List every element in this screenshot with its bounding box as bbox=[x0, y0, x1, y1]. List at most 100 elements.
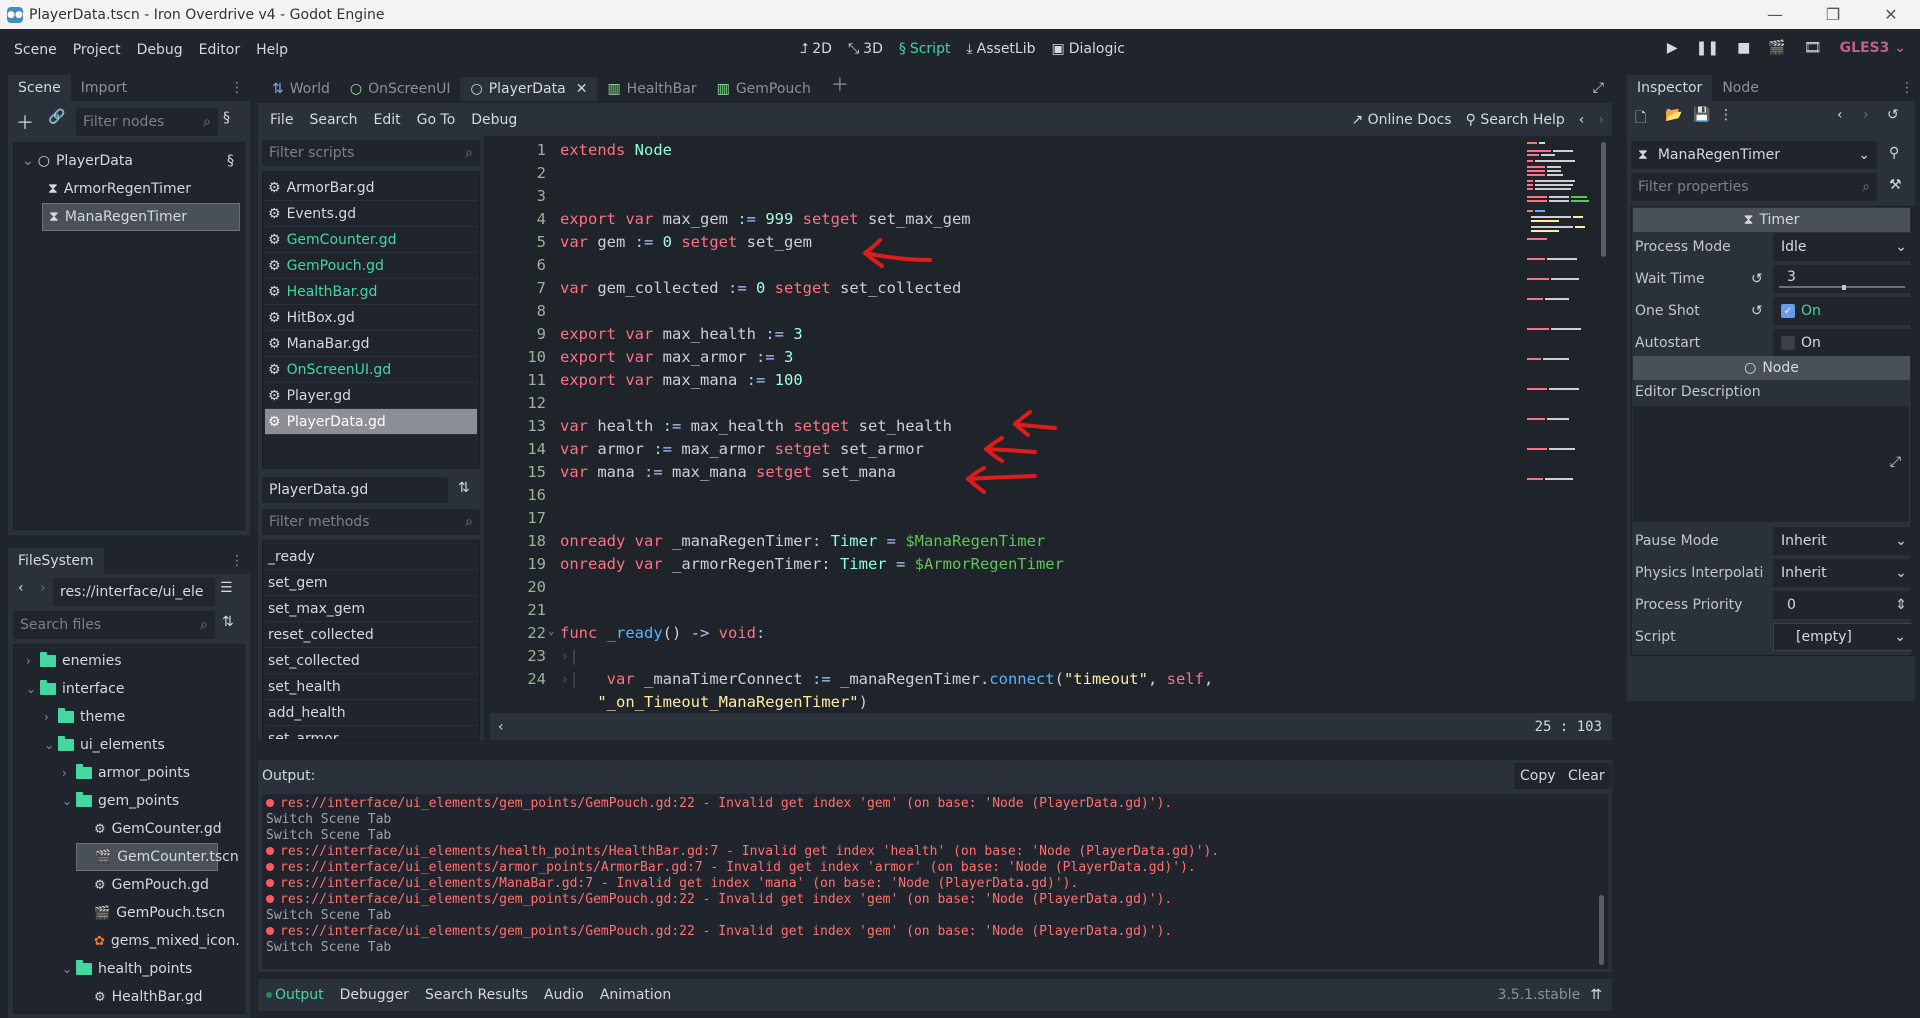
menu-project[interactable]: Project bbox=[65, 39, 129, 61]
forward-icon[interactable]: › bbox=[40, 580, 46, 596]
process-priority-spinbox[interactable]: 0 ⇕ bbox=[1773, 591, 1915, 619]
clear-button[interactable]: Clear bbox=[1562, 763, 1611, 789]
script-menu-debug[interactable]: Debug bbox=[463, 112, 525, 128]
one-shot-checkbox[interactable]: ✓ On bbox=[1773, 297, 1915, 325]
bottom-tab-search-results[interactable]: Search Results bbox=[425, 987, 528, 1003]
code-vertical-scrollbar[interactable] bbox=[1601, 142, 1606, 257]
prev-script-icon[interactable]: ‹ bbox=[1579, 112, 1585, 128]
chevron-down-icon[interactable]: ⌄ bbox=[22, 153, 34, 169]
file-tree-item[interactable]: 🎬 GemPouch.tscn bbox=[14, 899, 244, 927]
method-list-item[interactable]: set_armor bbox=[265, 726, 477, 740]
menu-help[interactable]: Help bbox=[248, 39, 296, 61]
file-tree-item[interactable]: ⌄ gem_points bbox=[14, 787, 244, 815]
tree-node-armorregentimer[interactable]: ⧗ ArmorRegenTimer bbox=[14, 175, 244, 203]
new-resource-icon[interactable]: 🗋 bbox=[1635, 107, 1646, 131]
physics-interpolation-select[interactable]: Inherit ⌄ bbox=[1773, 559, 1915, 587]
play-custom-scene-icon[interactable]: 🎞 bbox=[1804, 40, 1822, 56]
renderer-select[interactable]: GLES3 ⌄ bbox=[1840, 40, 1906, 56]
dock-menu-icon[interactable]: ⋮ bbox=[1894, 75, 1920, 101]
bottom-tab-animation[interactable]: Animation bbox=[600, 987, 671, 1003]
chevron-right-icon[interactable]: › bbox=[44, 710, 58, 724]
workspace-script[interactable]: § Script bbox=[899, 41, 951, 57]
link-icon[interactable]: 🔗 bbox=[48, 109, 65, 125]
scene-tab-onscreenui[interactable]: ○ OnScreenUI bbox=[339, 77, 461, 101]
script-list-item[interactable]: ⚙ HitBox.gd bbox=[265, 305, 477, 331]
script-icon[interactable]: § bbox=[227, 153, 234, 169]
tools-icon[interactable]: ⚒ bbox=[1889, 177, 1902, 193]
file-tree-item[interactable]: ⚙ GemPouch.gd bbox=[14, 871, 244, 899]
pause-mode-select[interactable]: Inherit ⌄ bbox=[1773, 527, 1915, 555]
script-list-item[interactable]: ⚙ ManaBar.gd bbox=[265, 331, 477, 357]
script-list-item[interactable]: ⚙ OnScreenUI.gd bbox=[265, 357, 477, 383]
bottom-tab-output[interactable]: Output bbox=[266, 987, 324, 1003]
output-scrollbar[interactable] bbox=[1599, 895, 1604, 965]
add-tab-icon[interactable]: ＋ bbox=[821, 67, 859, 101]
close-button[interactable]: ✕ bbox=[1862, 0, 1920, 29]
expand-panel-icon[interactable]: ⇈ bbox=[1580, 987, 1612, 1003]
sort-icon[interactable]: ⇅ bbox=[222, 614, 234, 630]
split-view-icon[interactable]: ☰ bbox=[220, 580, 233, 596]
more-options-icon[interactable]: ⋮ bbox=[1719, 107, 1733, 123]
section-timer[interactable]: ⧗ Timer bbox=[1633, 208, 1910, 232]
file-tree-item[interactable]: 🎬 GemCounter.tscn bbox=[76, 843, 239, 871]
history-forward-icon[interactable]: › bbox=[1863, 107, 1869, 123]
scene-tab-playerdata[interactable]: ○ PlayerData ✕ bbox=[460, 77, 598, 101]
script-list-item[interactable]: ⚙ GemPouch.gd bbox=[265, 253, 477, 279]
minimize-button[interactable]: — bbox=[1746, 0, 1804, 29]
pause-icon[interactable]: ❚❚ bbox=[1696, 40, 1719, 56]
filter-properties-input[interactable]: Filter properties ⌕ bbox=[1631, 173, 1877, 201]
scene-tab-world[interactable]: ⇅ World bbox=[262, 77, 340, 101]
node-select[interactable]: ⧗ ManaRegenTimer ⌄ bbox=[1631, 141, 1877, 169]
filter-scripts-input[interactable]: Filter scripts ⌕ bbox=[262, 140, 480, 166]
restore-button[interactable]: ❐ bbox=[1804, 0, 1862, 29]
play-scene-icon[interactable]: 🎬 bbox=[1768, 40, 1785, 56]
method-list-item[interactable]: set_health bbox=[265, 674, 477, 700]
script-list-item[interactable]: ⚙ ArmorBar.gd bbox=[265, 175, 477, 201]
file-tree-item[interactable]: › armor_points bbox=[14, 759, 244, 787]
chevron-down-icon[interactable]: ⌄ bbox=[62, 794, 76, 808]
script-list-item[interactable]: ⚙ GemCounter.gd bbox=[265, 227, 477, 253]
search-files-input[interactable]: Search files ⌕ bbox=[13, 611, 215, 639]
file-tree-item[interactable]: ⚙ GemCounter.gd bbox=[14, 815, 244, 843]
script-list-item[interactable]: ⚙ PlayerData.gd bbox=[265, 409, 477, 435]
minimap[interactable] bbox=[1525, 138, 1597, 518]
copy-button[interactable]: Copy bbox=[1514, 763, 1562, 789]
back-icon[interactable]: ‹ bbox=[18, 580, 24, 596]
bottom-tab-debugger[interactable]: Debugger bbox=[340, 987, 409, 1003]
menu-scene[interactable]: Scene bbox=[6, 39, 65, 61]
revert-icon[interactable]: ↺ bbox=[1751, 303, 1763, 319]
code-editor[interactable]: 1 extends Node 2 3 4 export var max_gem := 99… bbox=[490, 138, 1540, 713]
tab-filesystem[interactable]: FileSystem bbox=[8, 548, 104, 574]
tab-node[interactable]: Node bbox=[1712, 75, 1769, 101]
open-resource-icon[interactable]: 📂 bbox=[1665, 107, 1682, 123]
editor-description-textarea[interactable]: ⤢ bbox=[1633, 406, 1909, 522]
chevron-right-icon[interactable]: › bbox=[26, 654, 40, 668]
path-field[interactable]: res://interface/ui_ele bbox=[53, 578, 215, 606]
spinner-icon[interactable]: ⇕ bbox=[1895, 597, 1907, 613]
method-list-item[interactable]: reset_collected bbox=[265, 622, 477, 648]
script-menu-search[interactable]: Search bbox=[301, 112, 365, 128]
close-tab-icon[interactable]: ✕ bbox=[576, 81, 588, 97]
stop-icon[interactable]: ■ bbox=[1737, 40, 1750, 56]
dock-menu-icon[interactable]: ⋮ bbox=[224, 548, 250, 574]
collapse-icon[interactable]: ‹ bbox=[490, 719, 504, 735]
attach-script-icon[interactable]: § bbox=[223, 110, 230, 126]
script-menu-go-to[interactable]: Go To bbox=[409, 112, 464, 128]
slider-grabber[interactable] bbox=[1842, 285, 1846, 290]
file-tree-item[interactable]: › theme bbox=[14, 703, 244, 731]
script-resource-picker[interactable]: [empty] ⌄ bbox=[1773, 623, 1915, 651]
tab-inspector[interactable]: Inspector bbox=[1627, 75, 1713, 101]
method-list-item[interactable]: set_max_gem bbox=[265, 596, 477, 622]
inspector-scrollbar[interactable] bbox=[1912, 206, 1916, 656]
filter-nodes-input[interactable]: Filter nodes ⌕ bbox=[76, 108, 218, 136]
workspace-assetlib[interactable]: ⤓ AssetLib bbox=[966, 41, 1035, 57]
chevron-right-icon[interactable]: › bbox=[62, 766, 76, 780]
file-tree-item[interactable]: ⌄ ui_elements bbox=[14, 731, 244, 759]
tab-scene[interactable]: Scene bbox=[8, 75, 71, 101]
history-icon[interactable]: ↺ bbox=[1887, 107, 1899, 123]
expand-icon[interactable]: ⤢ bbox=[1890, 454, 1901, 470]
menu-debug[interactable]: Debug bbox=[129, 39, 191, 61]
chevron-down-icon[interactable]: ⌄ bbox=[62, 962, 76, 976]
file-tree-item[interactable]: ⚙ HealthBar.gd bbox=[14, 983, 244, 1011]
script-menu-file[interactable]: File bbox=[262, 112, 301, 128]
